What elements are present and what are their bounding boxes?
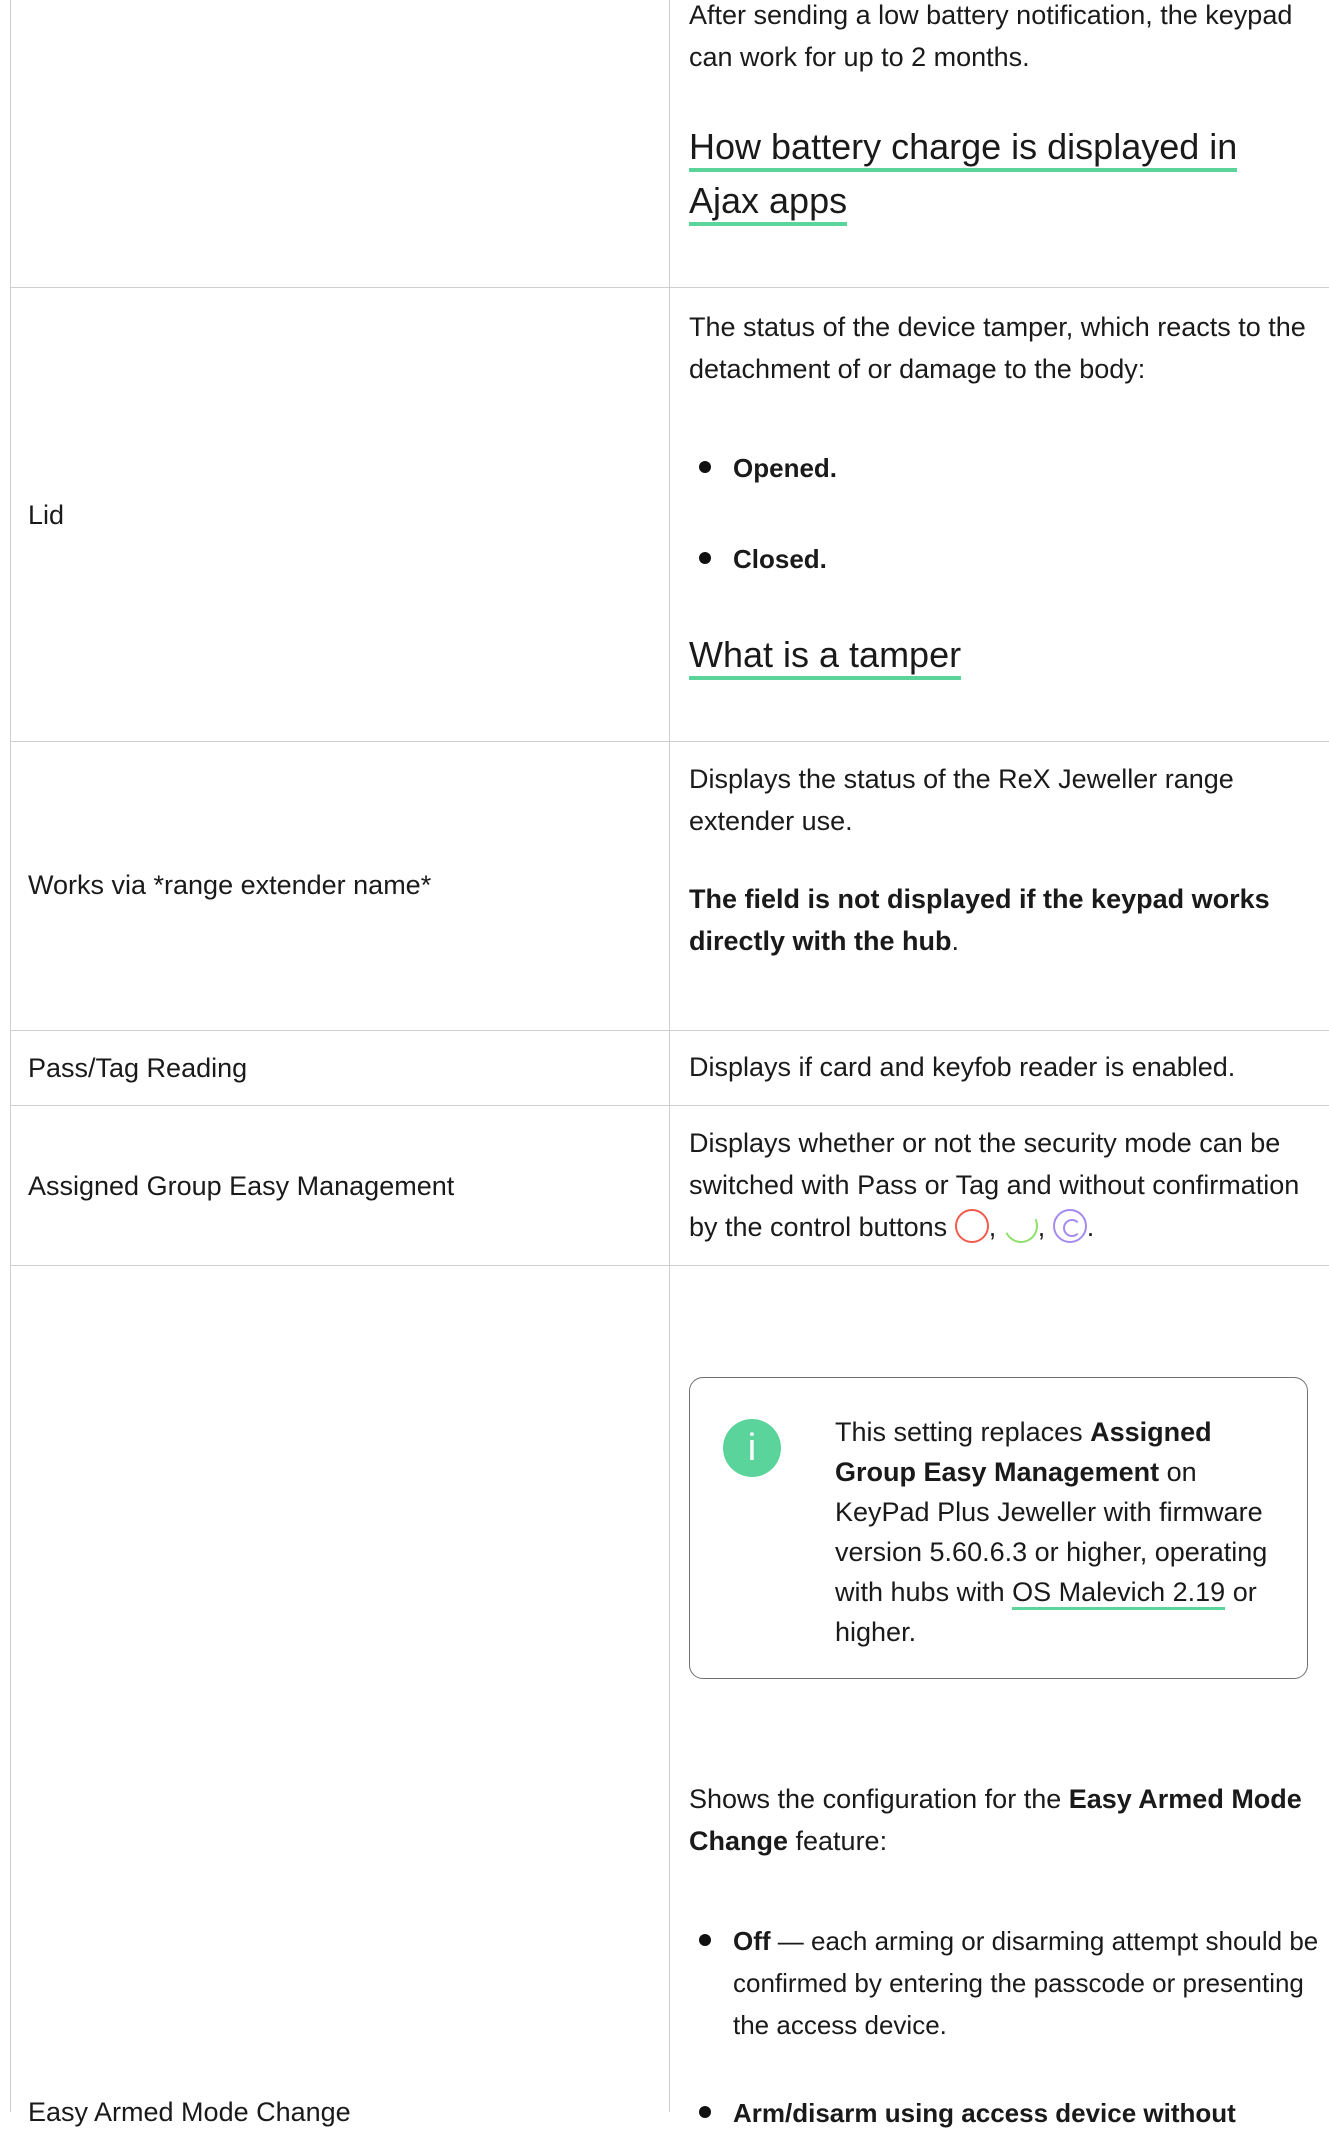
device-states-table: After sending a low battery notification… [0,0,1329,2128]
row-divider [10,287,1329,288]
easy-armed-intro: Shows the configuration for the Easy Arm… [689,1784,1302,1856]
works-via-note: The field is not displayed if the keypad… [689,884,1270,956]
lid-description: The status of the device tamper, which r… [689,312,1306,384]
os-malevich-link[interactable]: OS Malevich 2.19 [1012,1577,1226,1610]
row-divider [10,741,1329,742]
battery-description: After sending a low battery notification… [689,0,1293,72]
works-via-label: Works via *range extender name* [28,870,432,900]
row-divider [10,1265,1329,1266]
row-divider [10,1105,1329,1106]
tamper-link[interactable]: What is a tamper [689,628,962,682]
works-via-description: Displays the status of the ReX Jeweller … [689,764,1234,836]
bullet-icon [699,2106,711,2118]
assigned-group-label: Assigned Group Easy Management [28,1171,455,1201]
table-left-border [10,0,11,2112]
easy-armed-label: Easy Armed Mode Change [28,2097,351,2127]
pass-tag-description: Displays if card and keyfob reader is en… [689,1052,1236,1082]
info-note-text: This setting replaces Assigned Group Eas… [835,1417,1268,1647]
battery-charge-link[interactable]: How battery charge is displayed in [689,120,1238,174]
lid-label: Lid [28,500,65,530]
bullet-icon [699,552,711,564]
night-mode-button-icon [998,1204,1043,1248]
disarm-button-icon [1052,1209,1087,1243]
arm-button-icon [954,1209,989,1243]
info-icon: i [723,1419,781,1477]
battery-charge-link-line2[interactable]: Ajax apps [689,174,848,228]
table-column-divider [669,0,670,2112]
bullet-icon [699,461,711,473]
info-note: i This setting replaces Assigned Group E… [689,1377,1308,1679]
pass-tag-label: Pass/Tag Reading [28,1053,248,1083]
row-divider [10,1030,1329,1031]
assigned-group-description: Displays whether or not the security mod… [689,1122,1314,1248]
bullet-icon [699,1934,711,1946]
